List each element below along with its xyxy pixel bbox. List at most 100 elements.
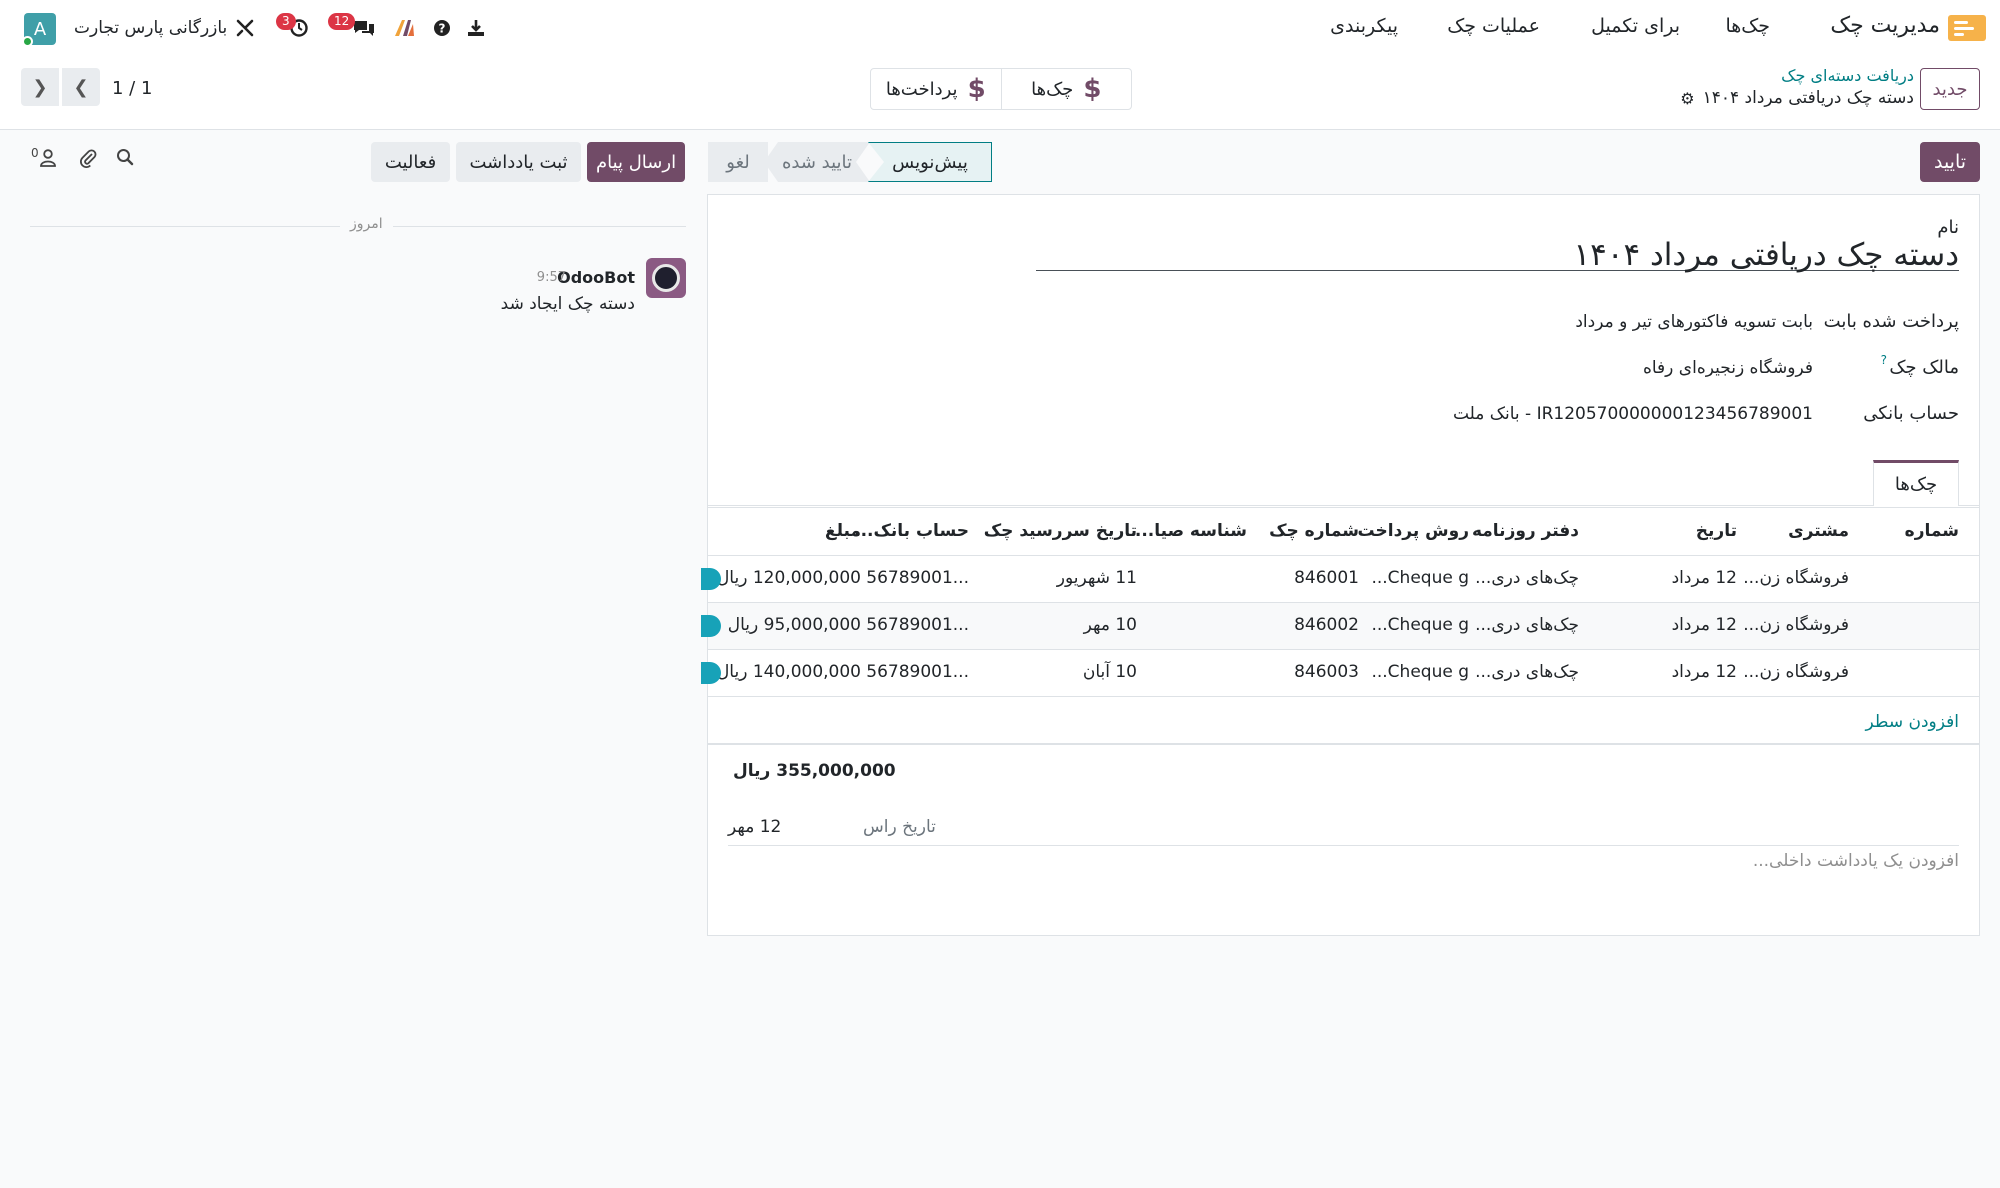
tab-divider [708,505,1979,506]
cell-method: Cheque g... [1371,662,1469,682]
col-amount[interactable]: مبلغ [825,521,861,541]
stage-cancelled[interactable]: لغو [708,142,768,182]
internal-note-input[interactable]: افزودن یک یادداشت داخلی... [1753,851,1959,871]
company-switcher[interactable]: بازرگانی پارس تجارت [74,18,227,38]
activity-button[interactable]: فعالیت [371,142,450,182]
col-bank-account[interactable]: حساب بانک... [854,521,969,541]
cell-amount: 95,000,000 ریال [727,615,861,635]
cell-journal: چک‌های دری... [1475,568,1579,588]
gear-icon[interactable]: ⚙ [1680,89,1694,108]
add-line-link[interactable]: افزودن سطر [1866,712,1959,732]
odoobot-avatar[interactable] [646,258,686,298]
cell-check-number: 846001 [1294,568,1359,588]
breadcrumb-current-label: دسته چک دریافتی مرداد ۱۴۰۴ [1702,88,1914,108]
table-body-bottom [708,696,1979,697]
cell-customer: فروشگاه زن... [1743,662,1849,682]
cell-due-date: 11 شهریور [1056,568,1137,588]
menu-configuration[interactable]: پیکربندی [1330,15,1398,37]
paperclip-icon[interactable] [78,148,98,173]
followers-count: 0 [31,146,39,160]
chevron-right-icon: ❯ [73,76,89,98]
breadcrumb-parent[interactable]: دریافت دسته‌ای چک [1781,66,1914,85]
activity-badge: 3 [276,13,296,30]
date-separator-label: امروز [340,216,393,232]
col-due-date[interactable]: تاریخ سررسید چک [984,521,1137,541]
cell-due-date: 10 آبان [1082,662,1137,682]
menu-to-complete[interactable]: برای تکمیل [1591,15,1680,37]
cell-check-number: 846003 [1294,662,1359,682]
cell-method: Cheque g... [1371,615,1469,635]
paid-for-value[interactable]: بابت تسویه فاکتورهای تیر و مرداد [1575,312,1813,332]
total-amount: 355,000,000 ریال [733,761,896,781]
bank-account-label: حساب بانکی [1863,403,1959,424]
cell-journal: چک‌های دری... [1475,615,1579,635]
cell-date: 12 مرداد [1671,568,1737,588]
confirm-button[interactable]: تایید [1920,142,1980,182]
table-row[interactable]: فروشگاه زن... 12 مرداد چک‌های دری... Che… [701,555,1979,602]
paid-for-label: پرداخت شده بابت [1823,311,1959,332]
cell-bank: ...56789001 [866,568,969,588]
smart-button-checks[interactable]: $ چک‌ها [1002,69,1132,109]
messages-badge: 12 [328,13,356,30]
owner-value[interactable]: فروشگاه زنجیره‌ای رفاه [1643,358,1813,378]
cell-method: Cheque g... [1371,568,1469,588]
col-number[interactable]: شماره [1905,521,1959,541]
send-message-button[interactable]: ارسال پیام [587,142,685,182]
table-footer-top [708,743,1979,745]
table-header-top [708,507,1979,508]
bank-account-value[interactable]: IR120570000000123456789001 - بانک ملت [1453,404,1813,424]
col-date[interactable]: تاریخ [1696,521,1737,541]
cell-bank: ...56789001 [866,615,969,635]
message-author[interactable]: OdooBot [557,268,635,287]
col-customer[interactable]: مشتری [1788,521,1849,541]
col-journal[interactable]: دفتر روزنامه [1472,521,1579,541]
owner-label: مالک چک [1889,357,1959,378]
name-value[interactable]: دسته چک دریافتی مرداد ۱۴۰۴ [1574,237,1959,273]
help-icon[interactable]: ? [432,14,452,42]
message-time: 9:57 [536,270,566,285]
ai-logo-icon[interactable] [393,14,415,42]
log-note-button[interactable]: ثبت یادداشت [456,142,581,182]
pager-prev-button[interactable]: ❮ [21,68,59,106]
smart-buttons: $ چک‌ها $ پرداخت‌ها [870,68,1132,110]
new-button[interactable]: جدید [1920,68,1980,110]
download-icon[interactable] [466,14,486,42]
cell-amount: 120,000,000 ریال [716,568,861,588]
followers-icon[interactable] [38,148,58,173]
col-sayad-id[interactable]: شناسه صیا... [1135,521,1247,541]
table-row[interactable]: فروشگاه زن... 12 مرداد چک‌های دری... Che… [701,602,1979,649]
pager-value[interactable]: 1 / 1 [112,78,152,99]
stage-confirmed[interactable]: تایید شده [764,142,870,182]
tab-checks[interactable]: چک‌ها [1873,460,1959,506]
smart-button-payments[interactable]: $ پرداخت‌ها [871,69,1002,109]
messages-icon[interactable] [352,14,376,42]
cell-bank: ...56789001 [866,662,969,682]
stage-draft[interactable]: پیش‌نویس [868,142,992,182]
table-row[interactable]: فروشگاه زن... 12 مرداد چک‌های دری... Che… [701,649,1979,696]
row-status-indicator[interactable] [701,615,721,637]
smart-button-checks-label: چک‌ها [1031,78,1074,100]
form-sheet: نام دسته چک دریافتی مرداد ۱۴۰۴ پرداخت شد… [701,194,1980,936]
col-check-number[interactable]: شماره چک [1269,521,1359,541]
due-date-value: 12 مهر [728,817,782,837]
online-status-dot [22,36,33,47]
robot-icon [652,264,680,292]
svg-text:?: ? [439,22,446,36]
app-name[interactable]: مدیریت چک [1830,13,1940,38]
pager-next-button[interactable]: ❯ [62,68,100,106]
owner-help-icon[interactable]: ? [1881,353,1887,367]
col-payment-method[interactable]: روش پرداخت [1358,521,1470,541]
menu-check-operations[interactable]: عملیات چک [1447,15,1540,37]
cell-check-number: 846002 [1294,615,1359,635]
dollar-icon: $ [967,74,986,104]
internal-note-divider [728,845,1959,846]
debug-tools-icon[interactable] [234,14,256,42]
due-date-label: تاریخ راس [863,817,936,837]
dollar-icon: $ [1083,74,1102,104]
menu-checks[interactable]: چک‌ها [1725,15,1770,37]
app-icon[interactable] [1948,15,1986,41]
search-icon[interactable] [116,148,134,171]
cell-customer: فروشگاه زن... [1743,568,1849,588]
cell-customer: فروشگاه زن... [1743,615,1849,635]
control-panel: جدید دریافت دسته‌ای چک دسته چک دریافتی م… [0,56,2000,130]
